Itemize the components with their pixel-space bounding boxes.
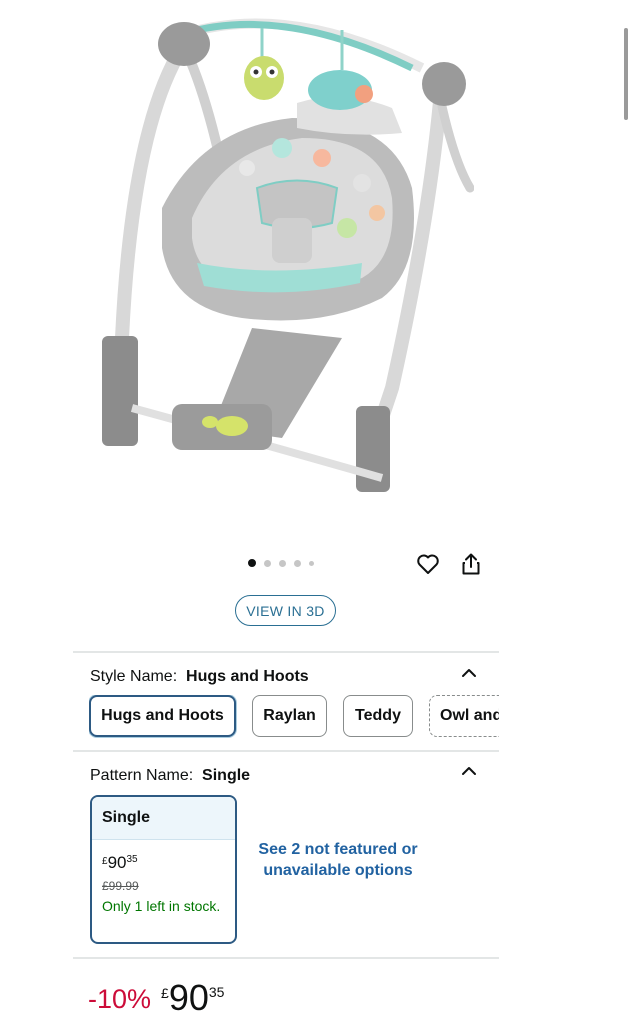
style-option-teddy[interactable]: Teddy bbox=[343, 695, 413, 737]
carousel-dot-2[interactable] bbox=[264, 559, 271, 567]
style-swatches: Hugs and Hoots Raylan Teddy Owl and bbox=[89, 695, 499, 739]
price-whole: 90 bbox=[107, 853, 127, 872]
divider bbox=[73, 957, 499, 959]
style-option-hugs-and-hoots[interactable]: Hugs and Hoots bbox=[89, 695, 236, 737]
pattern-card-old-price: £99.99 bbox=[102, 879, 139, 893]
product-image[interactable] bbox=[92, 8, 474, 516]
divider bbox=[73, 651, 499, 653]
pattern-selected-value: Single bbox=[202, 767, 251, 784]
pattern-card-stock: Only 1 left in stock. bbox=[102, 898, 221, 914]
style-name-label: Style Name: Hugs and Hoots bbox=[90, 668, 309, 686]
view-in-3d-button[interactable]: VIEW IN 3D bbox=[235, 595, 336, 626]
price-fraction: 35 bbox=[208, 984, 225, 1000]
see-more-options-link[interactable]: See 2 not featured or unavailable option… bbox=[258, 839, 418, 881]
price-fraction: 35 bbox=[126, 854, 138, 865]
currency-symbol: £ bbox=[161, 985, 169, 1001]
discount-percent: -10% bbox=[88, 984, 152, 1014]
heart-icon[interactable] bbox=[415, 551, 441, 577]
price-block: -10% £ 90 35 bbox=[88, 978, 224, 1024]
carousel-dot-1[interactable] bbox=[248, 559, 256, 567]
scrollbar[interactable] bbox=[624, 28, 628, 120]
chevron-up-icon[interactable] bbox=[460, 666, 478, 680]
style-option-raylan[interactable]: Raylan bbox=[252, 695, 327, 737]
style-selected-value: Hugs and Hoots bbox=[186, 668, 309, 685]
pattern-option-single[interactable]: Single £9035 £99.99 Only 1 left in stock… bbox=[90, 795, 237, 944]
pattern-label-text: Pattern Name: bbox=[90, 767, 194, 784]
pattern-card-name: Single bbox=[92, 797, 235, 840]
divider bbox=[73, 750, 499, 752]
price-whole: 90 bbox=[168, 977, 209, 1018]
style-option-owl-and[interactable]: Owl and bbox=[429, 695, 499, 737]
pattern-name-label: Pattern Name: Single bbox=[90, 767, 250, 785]
style-label-text: Style Name: bbox=[90, 668, 178, 685]
carousel-dot-5[interactable] bbox=[309, 560, 314, 566]
chevron-up-icon[interactable] bbox=[460, 764, 478, 778]
share-icon[interactable] bbox=[458, 551, 484, 577]
carousel-dots[interactable] bbox=[248, 559, 314, 567]
carousel-dot-4[interactable] bbox=[294, 559, 301, 567]
carousel-dot-3[interactable] bbox=[279, 559, 286, 567]
pattern-card-price: £9035 bbox=[102, 853, 138, 873]
currency-symbol: £ bbox=[102, 856, 108, 867]
